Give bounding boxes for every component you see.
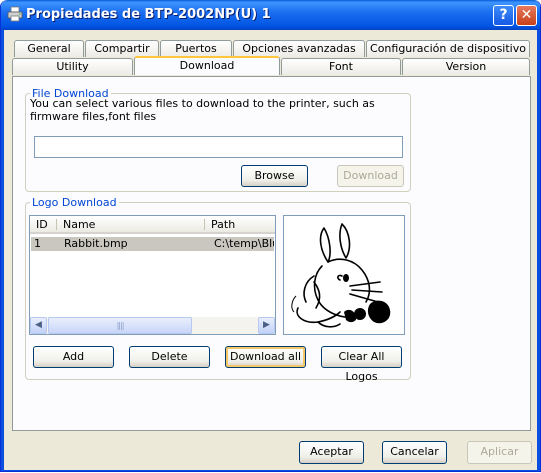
printer-icon (7, 6, 23, 22)
horizontal-scrollbar[interactable]: ◀ |||| ▶ (30, 317, 275, 334)
logo-list[interactable]: ID Name Path 1 Rabbit.bmp C:\temp\Blue ◀… (29, 215, 276, 335)
file-download-description: You can select various files to download… (30, 97, 375, 123)
column-header-name[interactable]: Name (57, 216, 204, 232)
file-path-input[interactable] (34, 136, 403, 158)
rabbit-logo-image (291, 223, 391, 328)
download-all-button[interactable]: Download all (225, 346, 306, 368)
browse-button[interactable]: Browse (241, 165, 308, 187)
window-title: Propiedades de BTP-2002NP(U) 1 (26, 7, 271, 22)
download-button[interactable]: Download (337, 165, 404, 187)
tab-opciones-avanzadas[interactable]: Opciones avanzadas (233, 40, 365, 57)
apply-button[interactable]: Aplicar (467, 441, 532, 464)
accept-button[interactable]: Aceptar (299, 441, 364, 464)
row-id: 1 (34, 237, 41, 250)
window-frame-bottom (1, 470, 540, 471)
window-frame-right (537, 30, 540, 471)
logo-list-header: ID Name Path (30, 216, 275, 234)
tab-utility[interactable]: Utility (12, 58, 133, 75)
delete-button[interactable]: Delete (129, 346, 210, 368)
close-button[interactable]: ✕ (516, 5, 537, 26)
scroll-left-button[interactable]: ◀ (30, 317, 47, 334)
column-header-path[interactable]: Path (205, 216, 275, 232)
cancel-button[interactable]: Cancelar (382, 441, 447, 464)
table-row[interactable]: 1 Rabbit.bmp C:\temp\Blue (31, 237, 274, 251)
help-button[interactable]: ? (493, 5, 514, 26)
tab-puertos[interactable]: Puertos (160, 40, 232, 57)
tab-compartir[interactable]: Compartir (85, 40, 159, 57)
row-path: C:\temp\Blue (214, 237, 274, 250)
tab-configuracion-dispositivo[interactable]: Configuración de dispositivo (366, 40, 530, 57)
tab-download[interactable]: Download (134, 56, 280, 75)
row-name: Rabbit.bmp (64, 237, 128, 250)
logo-download-legend: Logo Download (32, 196, 117, 209)
scroll-right-button[interactable]: ▶ (258, 317, 275, 334)
window-frame-left (1, 30, 4, 471)
logo-preview (283, 215, 405, 335)
tab-version[interactable]: Version (402, 58, 530, 75)
tab-general[interactable]: General (14, 40, 84, 57)
column-header-id[interactable]: ID (30, 216, 56, 232)
clear-all-logos-button[interactable]: Clear All Logos (321, 346, 402, 383)
add-button[interactable]: Add (33, 346, 114, 368)
title-bar[interactable]: Propiedades de BTP-2002NP(U) 1 ? ✕ (1, 0, 540, 30)
tab-font[interactable]: Font (281, 58, 401, 75)
properties-window: Propiedades de BTP-2002NP(U) 1 ? ✕ Gener… (0, 0, 541, 472)
scroll-thumb[interactable]: |||| (48, 317, 192, 334)
